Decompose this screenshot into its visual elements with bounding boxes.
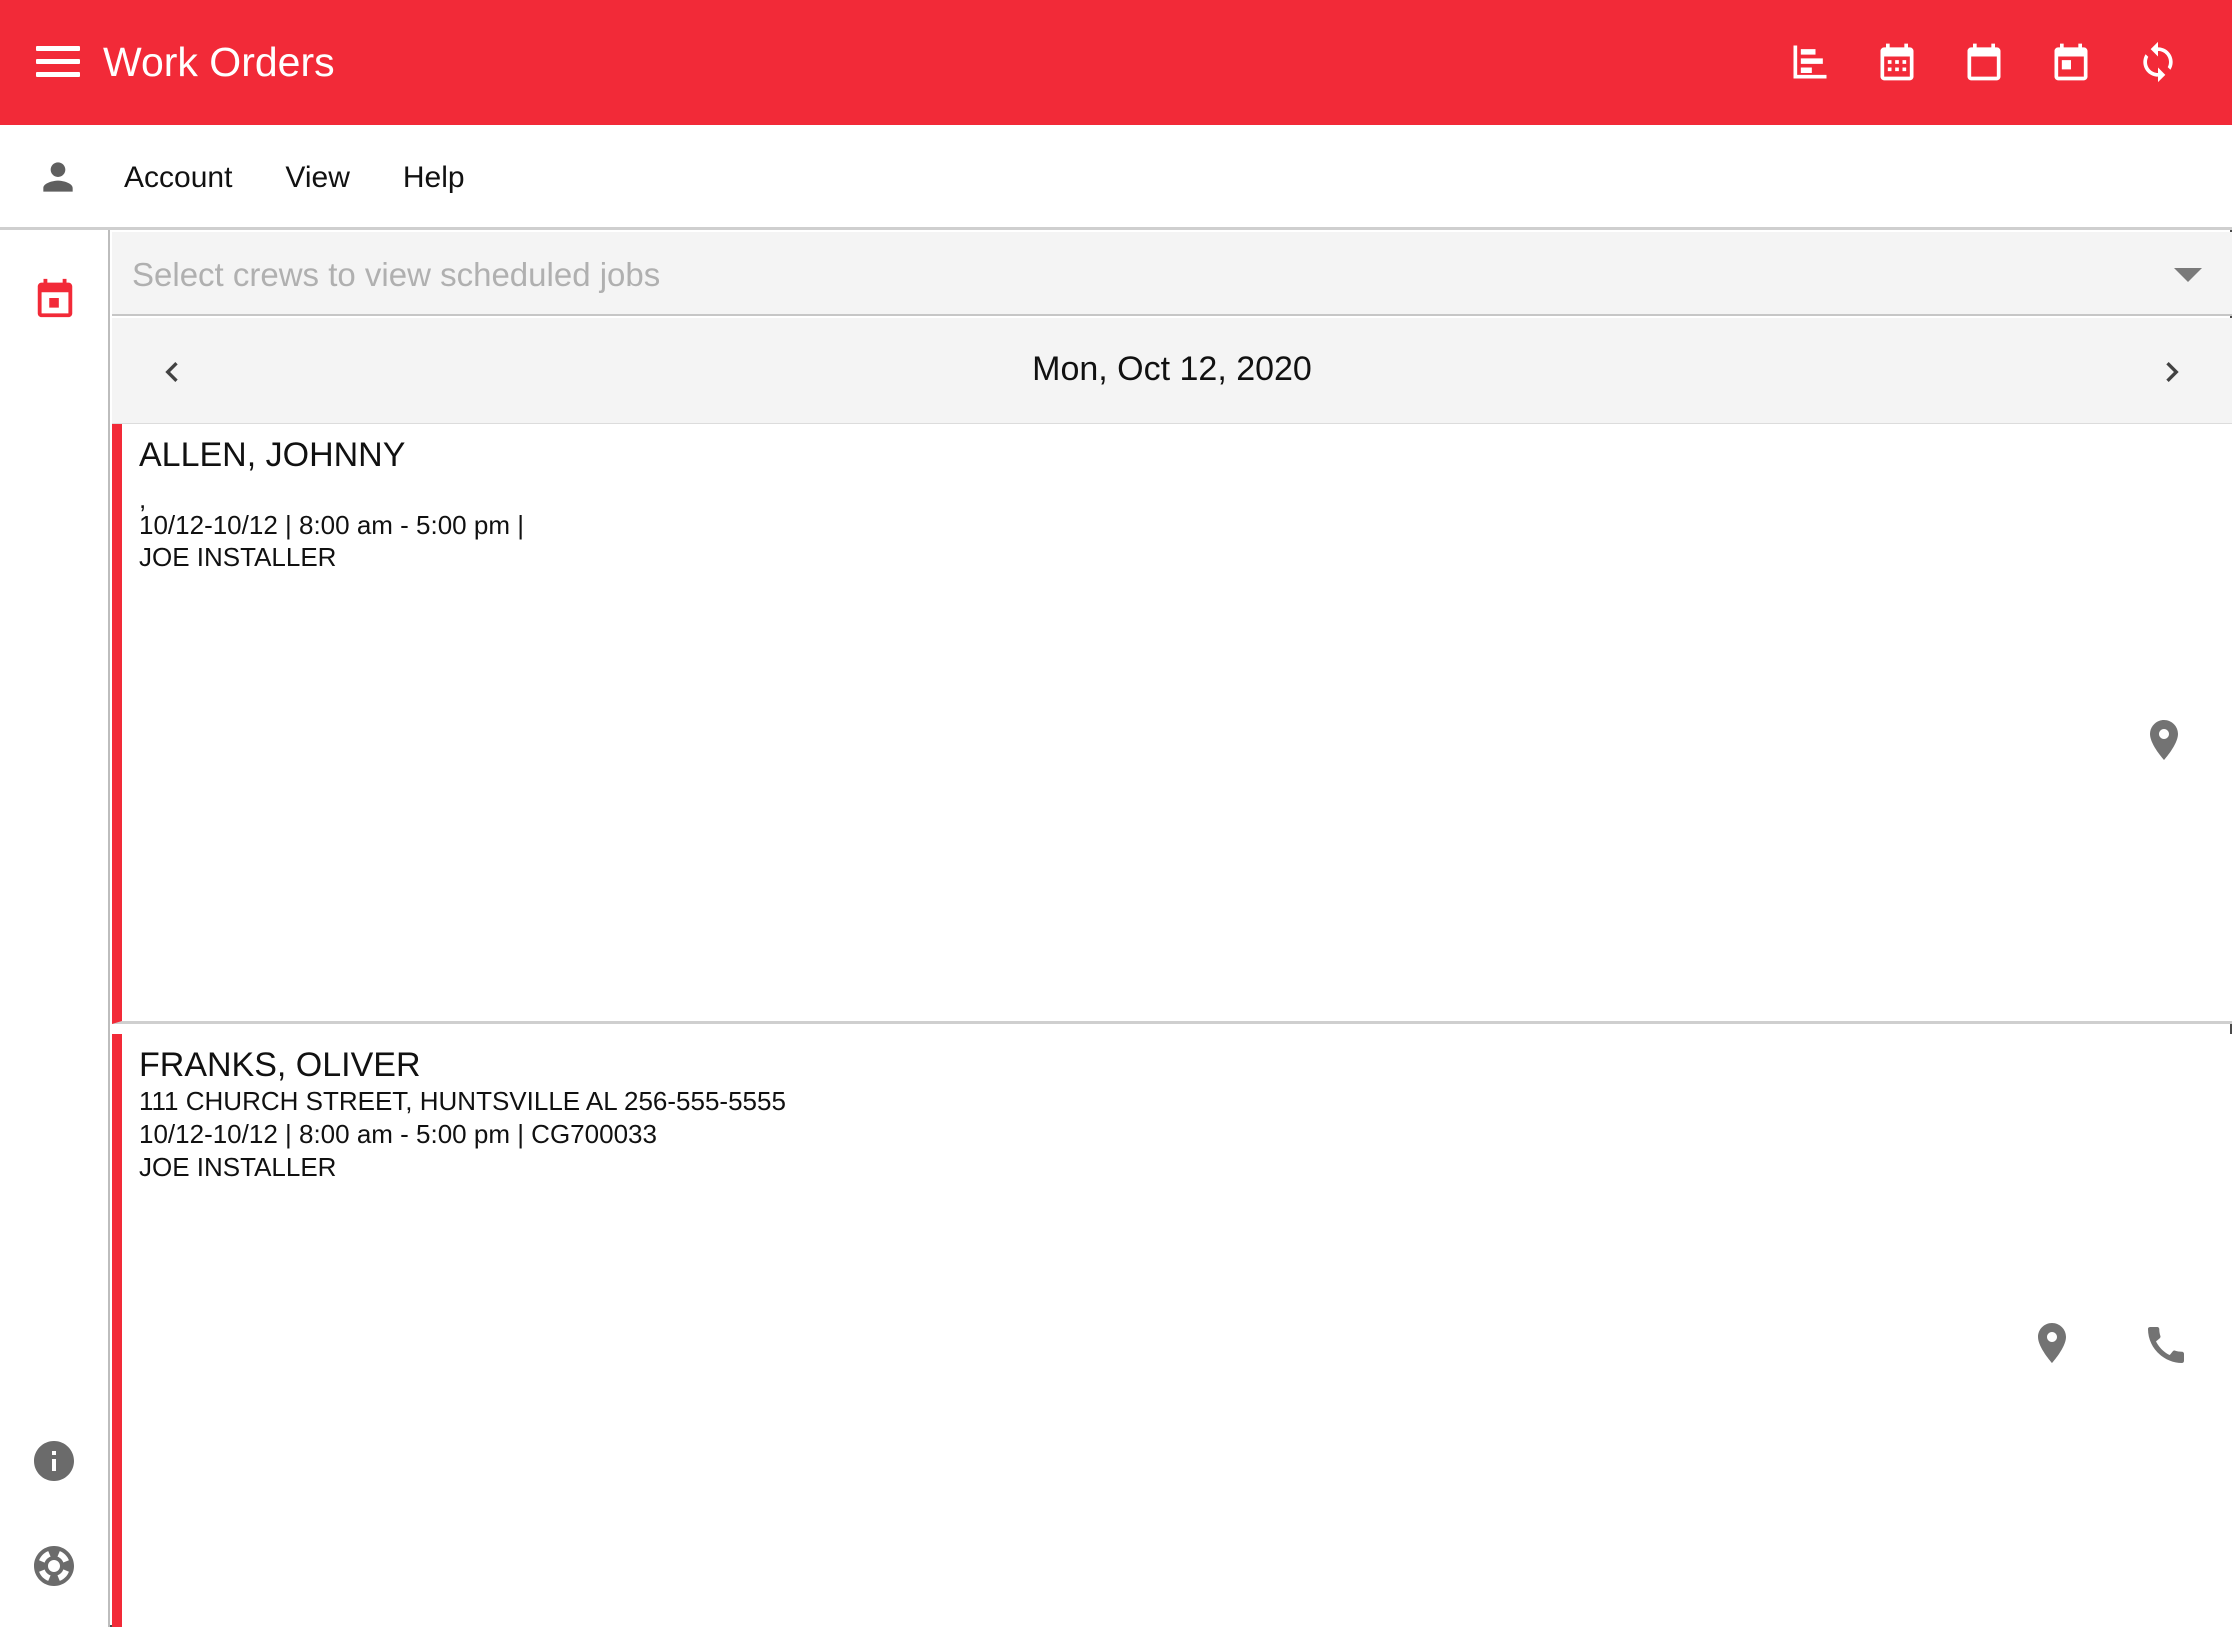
- calendar-day-icon[interactable]: [32, 274, 76, 322]
- current-date: Mon, Oct 12, 2020: [1032, 350, 1312, 388]
- left-rail: [0, 230, 110, 1627]
- menu-help[interactable]: Help: [403, 155, 465, 201]
- job-card[interactable]: FRANKS, OLIVER 111 CHURCH STREET, HUNTSV…: [112, 1034, 2232, 1627]
- crew-select-dropdown[interactable]: Select crews to view scheduled jobs: [112, 232, 2232, 316]
- job-address: 111 CHURCH STREET, HUNTSVILLE AL 256-555…: [139, 1086, 786, 1116]
- app-bar: Work Orders: [0, 0, 2232, 125]
- map-pin-icon[interactable]: [2028, 1317, 2076, 1369]
- appbar-actions: [1788, 36, 2180, 88]
- job-card[interactable]: ALLEN, JOHNNY , 10/12-10/12 | 8:00 am - …: [112, 424, 2232, 1024]
- account-person-icon[interactable]: [36, 155, 80, 199]
- sync-icon[interactable]: [2136, 36, 2180, 88]
- calendar-day-icon[interactable]: [2049, 36, 2093, 88]
- lifebuoy-support-icon[interactable]: [30, 1542, 78, 1590]
- menu-bar: Account View Help: [0, 125, 2232, 230]
- info-icon[interactable]: [30, 1437, 78, 1485]
- crew-select-placeholder: Select crews to view scheduled jobs: [132, 256, 661, 293]
- map-pin-icon[interactable]: [2140, 714, 2188, 766]
- hamburger-menu-icon[interactable]: [36, 46, 80, 80]
- job-schedule: 10/12-10/12 | 8:00 am - 5:00 pm | CG7000…: [139, 1119, 657, 1149]
- menu-account[interactable]: Account: [124, 155, 232, 201]
- app-title: Work Orders: [103, 39, 335, 85]
- job-crew: JOE INSTALLER: [139, 1152, 337, 1182]
- menu-view[interactable]: View: [285, 155, 349, 201]
- gantt-icon[interactable]: [1788, 36, 1832, 88]
- menu-items: Account View Help: [124, 155, 465, 201]
- chevron-right-icon[interactable]: [2152, 352, 2192, 392]
- dropdown-caret-icon: [2174, 268, 2202, 282]
- calendar-week-icon[interactable]: [1962, 36, 2006, 88]
- calendar-month-icon[interactable]: [1875, 36, 1919, 88]
- job-customer-name: FRANKS, OLIVER: [139, 1046, 421, 1084]
- job-schedule: 10/12-10/12 | 8:00 am - 5:00 pm |: [139, 510, 524, 540]
- job-crew: JOE INSTALLER: [139, 542, 337, 572]
- phone-icon[interactable]: [2142, 1319, 2190, 1371]
- job-customer-name: ALLEN, JOHNNY: [139, 436, 406, 474]
- date-navigator: Mon, Oct 12, 2020: [112, 318, 2232, 424]
